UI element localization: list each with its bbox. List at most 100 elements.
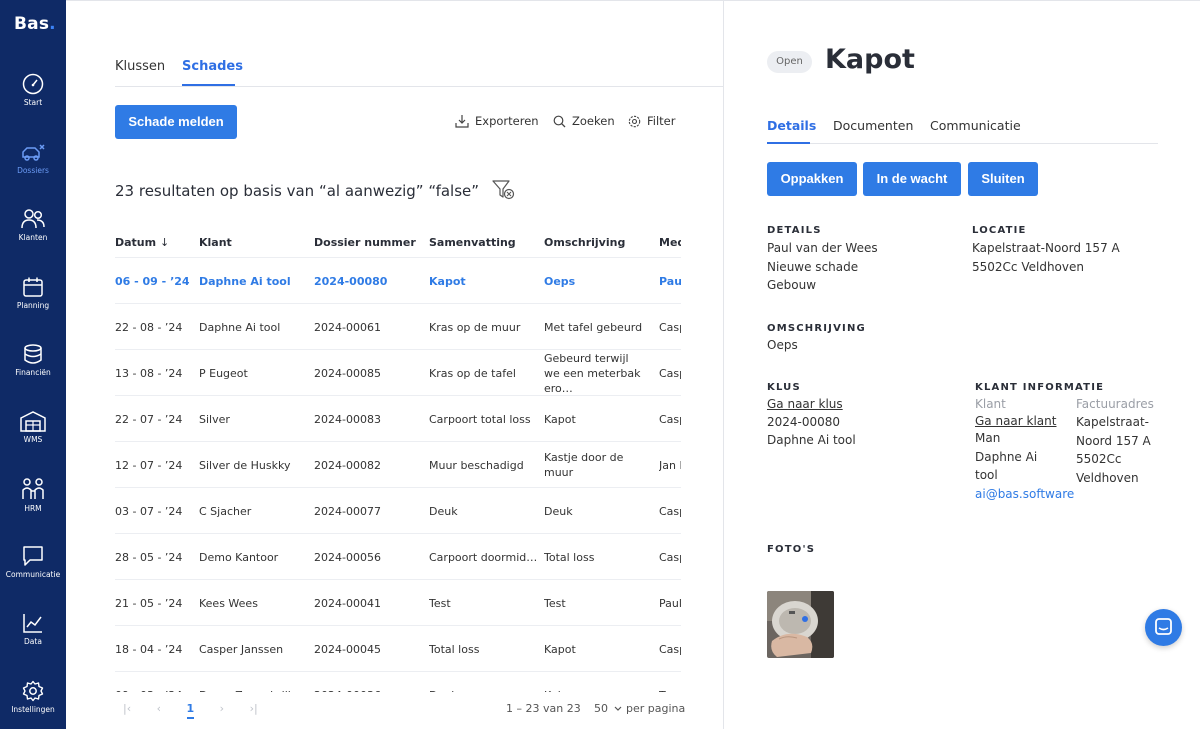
go-to-client-link[interactable]: Ga naar klant [975, 412, 1056, 431]
table-cell: 2024-00056 [314, 550, 381, 564]
table-cell: 22 - 07 - ’24 [115, 412, 183, 426]
table-cell: Test [429, 596, 451, 610]
billing-line-2: Noord 157 A [1076, 433, 1151, 448]
table-cell: Deuk [544, 504, 573, 518]
nav-item-planning[interactable]: Planning [0, 276, 66, 336]
job-client: Daphne Ai tool [767, 433, 856, 447]
table-cell: 2024-00082 [314, 458, 381, 472]
export-button[interactable]: Exporteren [455, 114, 539, 128]
nav-item-data[interactable]: Data [0, 612, 66, 672]
per-page-label: per pagina [626, 702, 686, 715]
table-row[interactable]: 09 - 03 - ’24Demo Zonnebrillen2024-00036… [115, 671, 681, 692]
nav-item-start[interactable]: Start [0, 73, 66, 133]
table-cell: Oeps [544, 274, 576, 288]
table-row[interactable]: 13 - 08 - ’24 P Eugeot 2024-00085 Kras op d… [115, 349, 681, 395]
nav-item-communicatie[interactable]: Communicatie [0, 545, 66, 605]
table-cell: Test [544, 596, 566, 610]
table-row[interactable]: 03 - 07 - ’24 C Sjacher 2024-00077 Deuk Deuk… [115, 487, 681, 533]
tab-documenten[interactable]: Documenten [833, 118, 913, 133]
prev-page-button[interactable]: ‹ [157, 702, 161, 715]
pick-up-button[interactable]: Oppakken [767, 162, 857, 196]
search-button[interactable]: Zoeken [553, 114, 615, 128]
close-button[interactable]: Sluiten [968, 162, 1038, 196]
nav-item-hrm[interactable]: HRM [0, 477, 66, 537]
nav-label: Start [23, 98, 43, 107]
details-line-name: Paul van der Wees [767, 241, 878, 255]
current-page[interactable]: 1 [186, 702, 195, 719]
active-tab-indicator [182, 84, 235, 86]
table-row[interactable]: 18 - 04 - ’24 Casper Janssen 2024-00045 Tot… [115, 625, 681, 671]
search-label: Zoeken [572, 114, 615, 128]
table-cell: Demo Zonnebrillen [199, 672, 309, 693]
brand-logo[interactable]: Bas. [14, 14, 56, 34]
table-cell: 03 - 07 - ’24 [115, 504, 183, 518]
table-row[interactable]: 06 - 09 - ’24 Daphne Ai tool 2024-00080 Kap… [115, 257, 681, 303]
chevron-down-icon [614, 706, 621, 711]
column-header-datum[interactable]: Datum ↓ [115, 236, 169, 249]
description-text: Oeps [767, 338, 798, 352]
clear-filter-icon[interactable] [492, 180, 516, 200]
column-header-samenvatting[interactable]: Samenvatting [429, 236, 516, 249]
nav-item-klanten[interactable]: Klanten [0, 208, 66, 268]
table-row[interactable]: 22 - 07 - ’24 Silver 2024-00083 Carpoort to… [115, 395, 681, 441]
nav-item-wms[interactable]: WMS [0, 410, 66, 470]
tab-communicatie[interactable]: Communicatie [930, 118, 1021, 133]
table-cell: Total loss [429, 642, 480, 656]
nav-label: Klanten [18, 233, 48, 242]
table-row[interactable]: 22 - 08 - ’24 Daphne Ai tool 2024-00061 Kra… [115, 303, 681, 349]
table-cell: Total loss [544, 550, 595, 564]
calendar-icon [23, 277, 43, 297]
table-cell: Kapot [544, 412, 576, 426]
column-header-medewerker[interactable]: Med [659, 236, 681, 249]
nav-item-financien[interactable]: Financiën [0, 343, 66, 403]
column-header-omschrijving[interactable]: Omschrijving [544, 236, 625, 249]
sidebar: Bas. Start Dossiers Klanten Planning Fin… [0, 0, 66, 729]
next-page-button[interactable]: › [220, 702, 224, 715]
tab-details[interactable]: Details [767, 118, 816, 133]
export-label: Exporteren [475, 114, 539, 128]
table-cell: Deuk [429, 672, 539, 693]
details-line-type: Nieuwe schade [767, 259, 859, 274]
description-section-title: OMSCHRIJVING [767, 323, 866, 334]
pagination-range: 1 – 23 van 23 [506, 702, 581, 715]
table-row[interactable]: 21 - 05 - ’24 Kees Wees 2024-00041 Test Test… [115, 579, 681, 625]
table-cell: C Sjacher [199, 504, 252, 518]
client-email-link[interactable]: ai@bas.software [975, 485, 1074, 504]
column-header-klant[interactable]: Klant [199, 236, 232, 249]
table-cell: 2024-00077 [314, 504, 381, 518]
table-row[interactable]: 28 - 05 - ’24 Demo Kantoor 2024-00056 Carpo… [115, 533, 681, 579]
details-line-category: Gebouw [767, 278, 817, 292]
pagination-controls: |‹ ‹ 1 › ›| [123, 702, 258, 719]
go-to-job-link[interactable]: Ga naar klus [767, 395, 843, 414]
support-chat-button[interactable] [1145, 609, 1182, 646]
photos-section-title: FOTO'S [767, 544, 816, 555]
sort-desc-icon: ↓ [159, 236, 170, 249]
job-number: 2024-00080 [767, 414, 841, 429]
tabs-divider [115, 86, 723, 87]
table-cell: Demo Kantoor [199, 550, 279, 564]
nav-item-dossiers[interactable]: Dossiers [0, 141, 66, 201]
detail-tabs-divider [767, 143, 1158, 144]
nav-item-instellingen[interactable]: Instellingen [0, 680, 66, 729]
column-header-dossier-nummer[interactable]: Dossier nummer [314, 236, 416, 249]
tab-klussen[interactable]: Klussen [115, 59, 165, 74]
first-page-button[interactable]: |‹ [123, 702, 131, 715]
on-hold-button[interactable]: In de wacht [863, 162, 961, 196]
last-page-button[interactable]: ›| [250, 702, 258, 715]
gear-icon [22, 680, 44, 702]
filter-button[interactable]: Filter [628, 114, 675, 128]
table-cell: Kees Wees [199, 596, 258, 610]
report-damage-button[interactable]: Schade melden [115, 105, 237, 139]
per-page-select[interactable]: 50 [594, 702, 622, 715]
table-cell: 2024-00036 [314, 672, 424, 693]
warehouse-icon [20, 411, 46, 432]
nav-label: Dossiers [17, 166, 49, 175]
table-cell: Kapot [544, 642, 576, 656]
table-cell: 12 - 07 - ’24 [115, 458, 183, 472]
damage-photo-thumbnail[interactable] [767, 591, 834, 658]
tab-schades[interactable]: Schades [182, 59, 243, 74]
panel-divider [723, 0, 724, 729]
table-cell: 09 - 03 - ’24 [115, 672, 195, 693]
people-icon [22, 478, 44, 499]
table-row[interactable]: 12 - 07 - ’24 Silver de Huskky 2024-00082 M… [115, 441, 681, 487]
